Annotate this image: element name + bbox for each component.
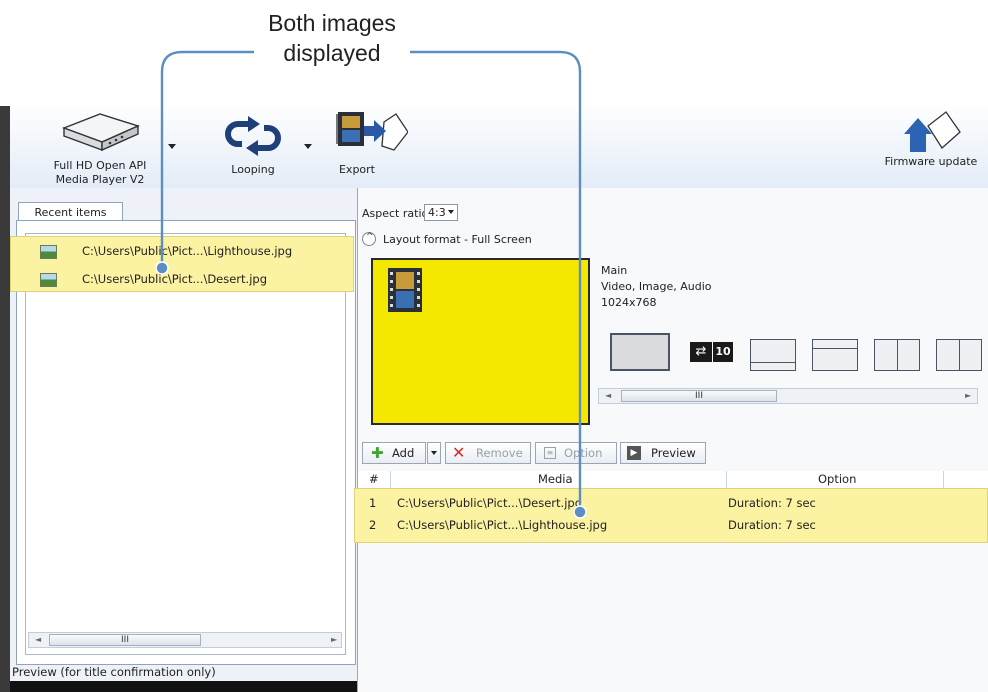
callout-line2: displayed [283, 40, 381, 66]
callout-line1: Both images [268, 10, 396, 36]
callout-lines [155, 50, 587, 519]
